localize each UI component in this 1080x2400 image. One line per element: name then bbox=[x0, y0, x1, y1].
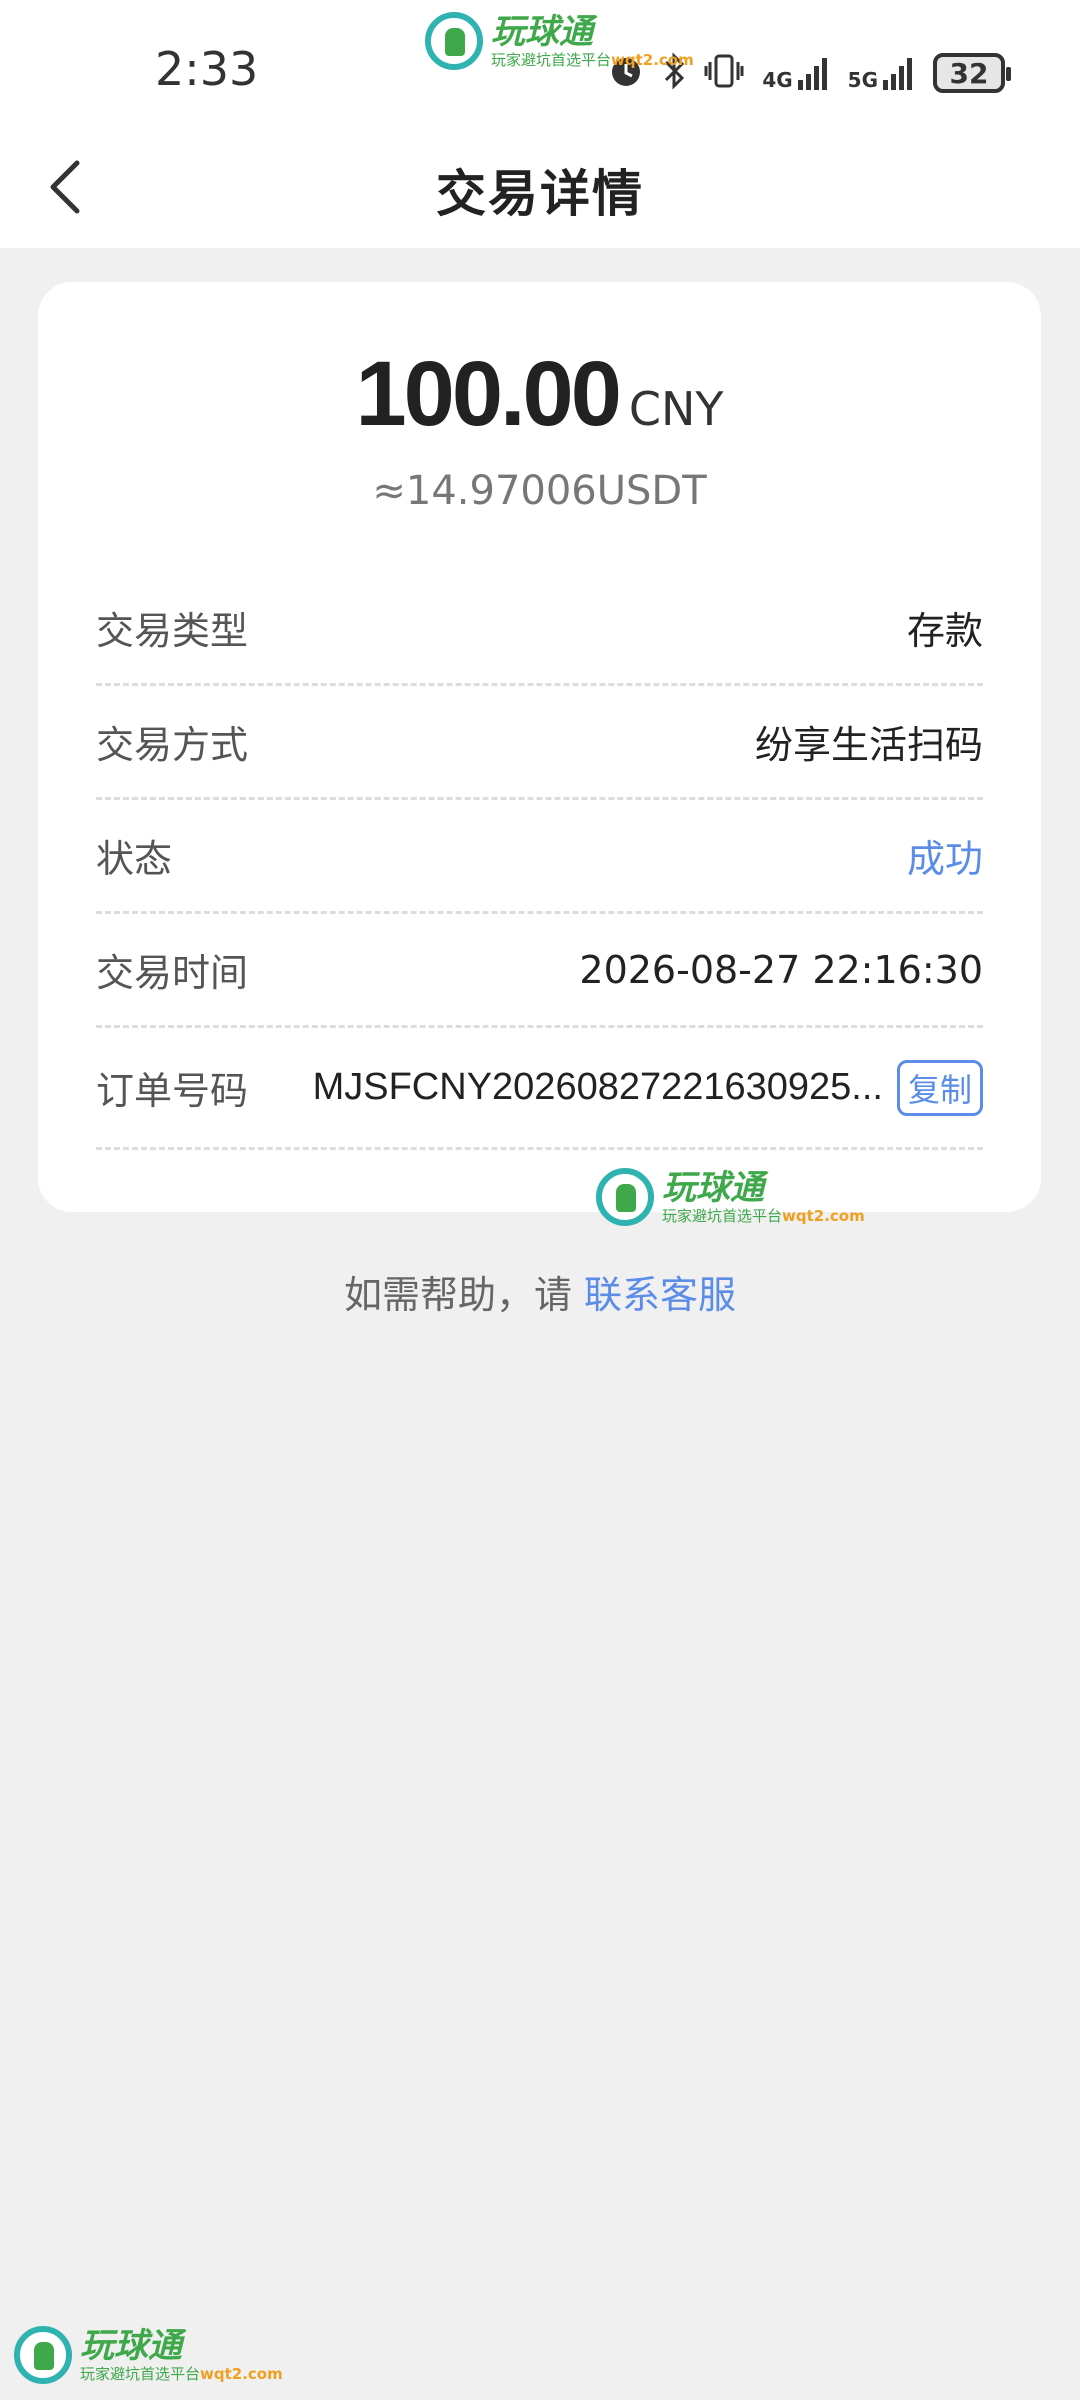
watermark-text: 玩球通 玩家避坑首选平台wqt2.com bbox=[662, 1171, 865, 1224]
watermark-brand: 玩球通 bbox=[662, 1167, 764, 1208]
page-title: 交易详情 bbox=[436, 165, 644, 223]
help-text: 如需帮助，请 联系客服 bbox=[0, 1264, 1080, 1319]
watermark-slogan: 玩家避坑首选平台 bbox=[80, 2364, 201, 2383]
watermark-top: 玩球通 玩家避坑首选平台wqt2.com bbox=[425, 12, 694, 70]
battery-indicator: 32 bbox=[933, 53, 1011, 93]
copy-button[interactable]: 复制 bbox=[896, 1059, 983, 1116]
watermark-logo-icon bbox=[14, 2326, 72, 2384]
watermark-text: 玩球通 玩家避坑首选平台wqt2.com bbox=[80, 2329, 283, 2382]
type-label: 交易类型 bbox=[96, 609, 249, 653]
time-label: 交易时间 bbox=[96, 951, 249, 995]
contact-support-link[interactable]: 联系客服 bbox=[584, 1273, 736, 1317]
detail-row-type: 交易类型 存款 bbox=[96, 572, 983, 686]
order-value-group: MJSFCNY20260827221630925... 复制 bbox=[287, 1059, 983, 1116]
signal-4g-icon: 4G bbox=[762, 56, 829, 90]
help-prefix: 如需帮助，请 bbox=[343, 1273, 585, 1317]
watermark-sub: 玩家避坑首选平台wqt2.com bbox=[662, 1206, 865, 1225]
watermark-sub: 玩家避坑首选平台wqt2.com bbox=[491, 50, 694, 69]
order-number: MJSFCNY20260827221630925... bbox=[312, 1066, 883, 1108]
watermark-domain: wqt2.com bbox=[611, 50, 694, 69]
amount-row: 100.00 CNY bbox=[38, 342, 1041, 447]
watermark-slogan: 玩家避坑首选平台 bbox=[491, 50, 612, 69]
watermark-middle: 玩球通 玩家避坑首选平台wqt2.com bbox=[596, 1168, 865, 1226]
detail-row-order: 订单号码 MJSFCNY20260827221630925... 复制 bbox=[96, 1028, 983, 1150]
watermark-brand: 玩球通 bbox=[80, 2325, 182, 2366]
time-value: 2026-08-27 22:16:30 bbox=[579, 947, 983, 992]
watermark-text: 玩球通 玩家避坑首选平台wqt2.com bbox=[491, 15, 694, 68]
watermark-brand: 玩球通 bbox=[491, 11, 593, 52]
watermark-domain: wqt2.com bbox=[782, 1206, 865, 1225]
watermark-logo-icon bbox=[425, 12, 483, 70]
detail-list: 交易类型 存款 交易方式 纷享生活扫码 状态 成功 交易时间 2026-08-2… bbox=[96, 572, 983, 1150]
watermark-logo-icon bbox=[596, 1168, 654, 1226]
watermark-sub: 玩家避坑首选平台wqt2.com bbox=[80, 2364, 283, 2383]
status-label: 状态 bbox=[96, 837, 173, 881]
detail-row-time: 交易时间 2026-08-27 22:16:30 bbox=[96, 914, 983, 1028]
signal-5g-icon: 5G bbox=[848, 56, 915, 90]
watermark-domain: wqt2.com bbox=[200, 2364, 283, 2383]
amount-currency: CNY bbox=[628, 382, 724, 436]
amount-value: 100.00 bbox=[355, 343, 621, 445]
status-value: 成功 bbox=[906, 837, 983, 881]
detail-row-method: 交易方式 纷享生活扫码 bbox=[96, 686, 983, 800]
method-label: 交易方式 bbox=[96, 723, 249, 767]
watermark-slogan: 玩家避坑首选平台 bbox=[662, 1206, 783, 1225]
detail-row-status: 状态 成功 bbox=[96, 800, 983, 914]
type-value: 存款 bbox=[906, 609, 983, 653]
watermark-bottom: 玩球通 玩家避坑首选平台wqt2.com bbox=[14, 2326, 283, 2384]
usdt-equivalent: ≈14.97006USDT bbox=[372, 468, 707, 514]
network-type-label: 4G bbox=[762, 68, 793, 92]
method-value: 纷享生活扫码 bbox=[754, 723, 983, 767]
network-type-label: 5G bbox=[847, 68, 878, 92]
status-time: 2:33 bbox=[155, 42, 259, 96]
order-label: 订单号码 bbox=[96, 1069, 249, 1113]
vibrate-icon bbox=[704, 52, 744, 94]
transaction-card: 100.00 CNY ≈14.97006USDT 交易类型 存款 交易方式 纷享… bbox=[38, 282, 1041, 1212]
navigation-header: 交易详情 bbox=[0, 130, 1080, 248]
